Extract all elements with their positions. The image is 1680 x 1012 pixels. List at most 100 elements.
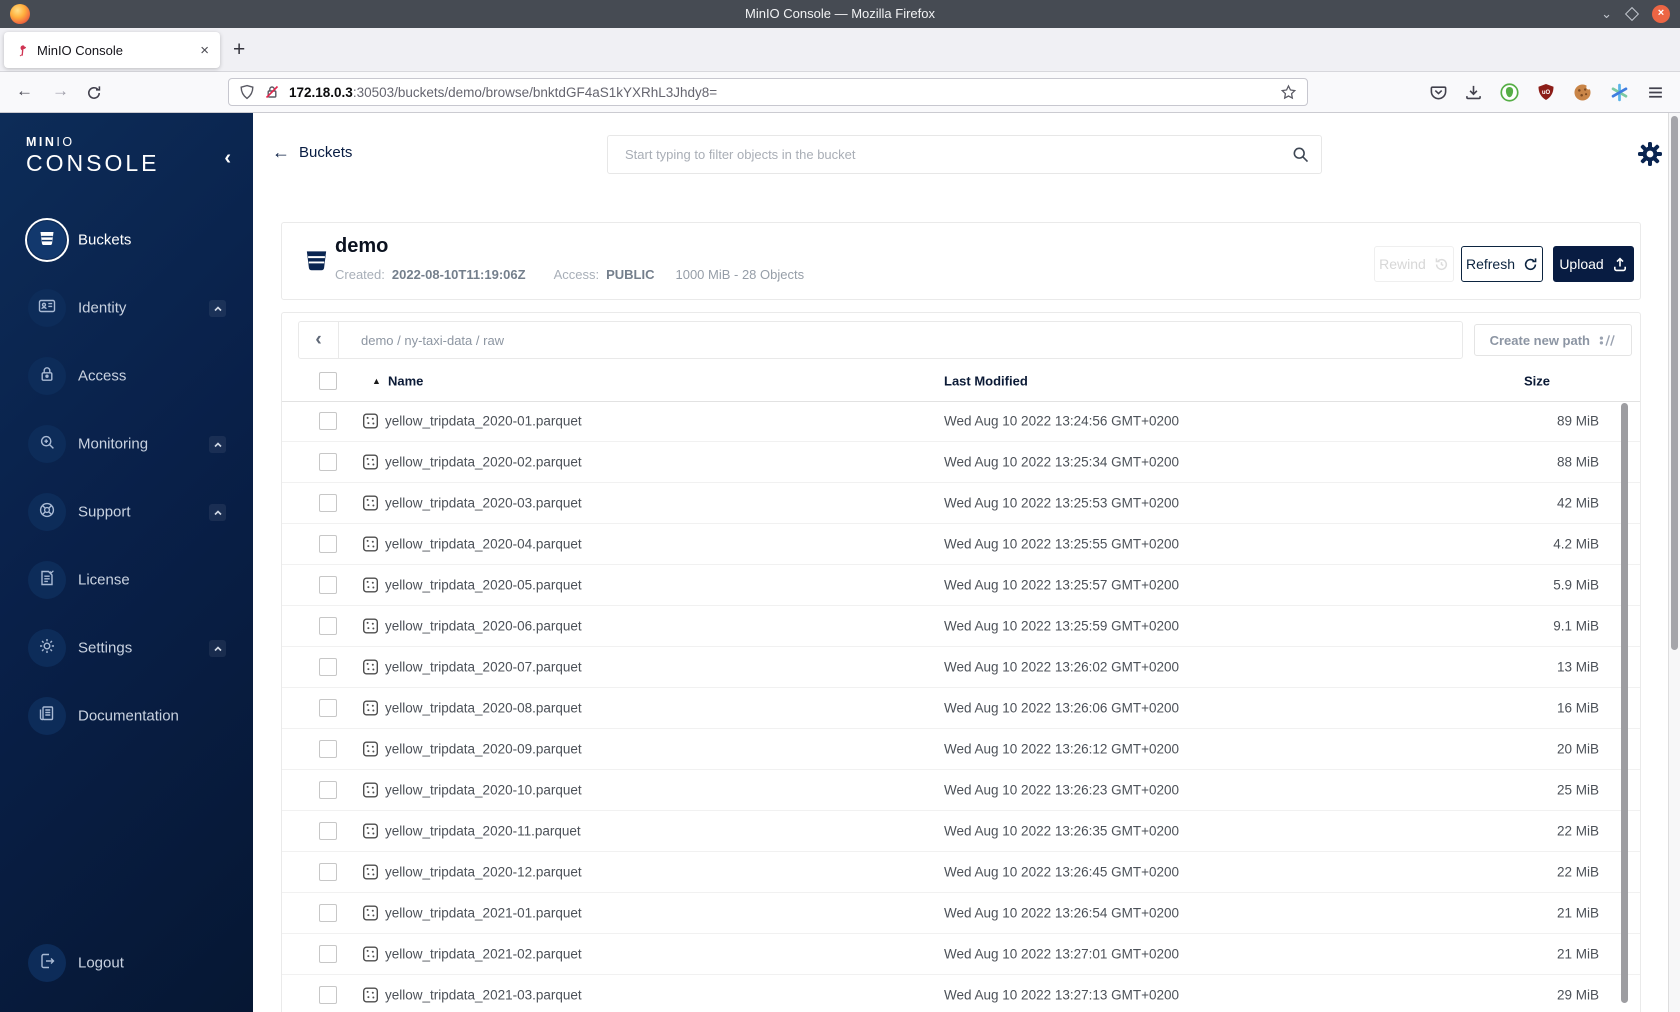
table-row[interactable]: yellow_tripdata_2020-02.parquet Wed Aug … — [282, 442, 1640, 483]
table-row[interactable]: yellow_tripdata_2020-01.parquet Wed Aug … — [282, 401, 1640, 442]
table-row[interactable]: yellow_tripdata_2020-09.parquet Wed Aug … — [282, 729, 1640, 770]
table-row[interactable]: yellow_tripdata_2021-03.parquet Wed Aug … — [282, 975, 1640, 1012]
object-name[interactable]: yellow_tripdata_2020-12.parquet — [385, 865, 582, 880]
object-name[interactable]: yellow_tripdata_2021-03.parquet — [385, 988, 582, 1003]
sidebar-item-license[interactable]: License — [0, 560, 253, 600]
rewind-button[interactable]: Rewind — [1374, 246, 1454, 282]
cookie-extension-icon[interactable] — [1573, 83, 1592, 102]
object-name[interactable]: yellow_tripdata_2020-02.parquet — [385, 455, 582, 470]
tab-close-icon[interactable]: × — [195, 42, 214, 59]
row-checkbox[interactable] — [319, 535, 337, 553]
row-checkbox[interactable] — [319, 494, 337, 512]
upload-button[interactable]: Upload — [1553, 246, 1634, 282]
object-name[interactable]: yellow_tripdata_2021-02.parquet — [385, 947, 582, 962]
bookmark-star-icon[interactable] — [1280, 84, 1297, 101]
multi-account-containers-icon[interactable] — [1610, 83, 1629, 102]
row-checkbox[interactable] — [319, 986, 337, 1004]
page-scrollbar[interactable] — [1668, 113, 1680, 1012]
sidebar-item-buckets[interactable]: Buckets — [0, 218, 253, 262]
row-checkbox[interactable] — [319, 740, 337, 758]
object-name[interactable]: yellow_tripdata_2020-01.parquet — [385, 414, 582, 429]
forward-nav-icon[interactable]: → — [52, 81, 69, 101]
url-bar[interactable]: 172.18.0.3:30503/buckets/demo/browse/bnk… — [228, 78, 1308, 106]
row-checkbox[interactable] — [319, 904, 337, 922]
column-header-size[interactable]: Size — [1524, 374, 1550, 389]
column-header-name[interactable]: Name — [388, 374, 423, 389]
ublock-origin-extension-icon[interactable]: uO — [1537, 83, 1555, 101]
object-name[interactable]: yellow_tripdata_2020-08.parquet — [385, 701, 582, 716]
create-new-path-button[interactable]: Create new path — [1473, 324, 1632, 356]
row-checkbox[interactable] — [319, 945, 337, 963]
row-checkbox[interactable] — [319, 781, 337, 799]
window-maximize-button[interactable] — [1624, 6, 1640, 22]
window-close-button[interactable]: × — [1652, 5, 1670, 23]
select-all-checkbox[interactable] — [319, 372, 337, 390]
column-header-last-modified[interactable]: Last Modified — [944, 374, 1028, 389]
new-tab-button[interactable]: + — [233, 35, 245, 65]
table-row[interactable]: yellow_tripdata_2021-02.parquet Wed Aug … — [282, 934, 1640, 975]
logo-minio-light: IO — [56, 135, 75, 149]
sort-ascending-icon[interactable]: ▲ — [372, 376, 381, 386]
row-checkbox[interactable] — [319, 412, 337, 430]
browser-tab[interactable]: MinIO Console × — [4, 32, 220, 68]
chevron-up-icon[interactable] — [209, 504, 226, 521]
row-checkbox[interactable] — [319, 658, 337, 676]
back-nav-icon[interactable]: ← — [16, 81, 33, 101]
table-row[interactable]: yellow_tripdata_2020-04.parquet Wed Aug … — [282, 524, 1640, 565]
page-scrollbar-thumb[interactable] — [1671, 116, 1678, 650]
settings-gear-icon[interactable] — [1636, 140, 1664, 168]
privacy-badger-extension-icon[interactable] — [1500, 82, 1519, 102]
sidebar-item-support[interactable]: Support — [0, 492, 253, 532]
object-name[interactable]: yellow_tripdata_2020-04.parquet — [385, 537, 582, 552]
sidebar-item-access[interactable]: Access — [0, 356, 253, 396]
sidebar-item-logout[interactable]: Logout — [0, 943, 253, 983]
parquet-file-icon — [362, 618, 379, 635]
object-name[interactable]: yellow_tripdata_2020-06.parquet — [385, 619, 582, 634]
breadcrumb[interactable]: demo / ny-taxi-data / raw — [339, 333, 504, 348]
table-row[interactable]: yellow_tripdata_2020-11.parquet Wed Aug … — [282, 811, 1640, 852]
url-text[interactable]: 172.18.0.3:30503/buckets/demo/browse/bnk… — [289, 85, 1271, 100]
row-checkbox[interactable] — [319, 453, 337, 471]
object-name[interactable]: yellow_tripdata_2020-10.parquet — [385, 783, 582, 798]
table-row[interactable]: yellow_tripdata_2020-03.parquet Wed Aug … — [282, 483, 1640, 524]
object-name[interactable]: yellow_tripdata_2020-03.parquet — [385, 496, 582, 511]
row-checkbox[interactable] — [319, 699, 337, 717]
row-checkbox[interactable] — [319, 822, 337, 840]
table-row[interactable]: yellow_tripdata_2020-08.parquet Wed Aug … — [282, 688, 1640, 729]
object-name[interactable]: yellow_tripdata_2020-11.parquet — [385, 824, 581, 839]
row-checkbox[interactable] — [319, 576, 337, 594]
table-row[interactable]: yellow_tripdata_2020-12.parquet Wed Aug … — [282, 852, 1640, 893]
table-row[interactable]: yellow_tripdata_2020-07.parquet Wed Aug … — [282, 647, 1640, 688]
insecure-lock-icon[interactable] — [264, 84, 280, 100]
pocket-icon[interactable] — [1430, 84, 1447, 101]
table-scrollbar-thumb[interactable] — [1621, 403, 1628, 1003]
object-filter-input[interactable] — [607, 135, 1322, 174]
object-name[interactable]: yellow_tripdata_2020-07.parquet — [385, 660, 582, 675]
object-last-modified: Wed Aug 10 2022 13:26:02 GMT+0200 — [944, 659, 1180, 675]
chevron-up-icon[interactable] — [209, 436, 226, 453]
row-checkbox[interactable] — [319, 863, 337, 881]
chevron-up-icon[interactable] — [209, 640, 226, 657]
table-row[interactable]: yellow_tripdata_2020-05.parquet Wed Aug … — [282, 565, 1640, 606]
table-row[interactable]: yellow_tripdata_2020-10.parquet Wed Aug … — [282, 770, 1640, 811]
back-to-buckets-link[interactable]: ← Buckets — [272, 142, 352, 163]
row-checkbox[interactable] — [319, 617, 337, 635]
tracking-shield-icon[interactable] — [239, 84, 255, 100]
object-name[interactable]: yellow_tripdata_2021-01.parquet — [385, 906, 582, 921]
window-shade-button[interactable]: ⌄ — [1601, 7, 1612, 20]
sidebar-item-identity[interactable]: Identity — [0, 288, 253, 328]
sidebar-collapse-icon[interactable]: ‹ — [224, 147, 231, 170]
chevron-up-icon[interactable] — [209, 300, 226, 317]
table-row[interactable]: yellow_tripdata_2020-06.parquet Wed Aug … — [282, 606, 1640, 647]
hamburger-menu-icon[interactable] — [1647, 84, 1664, 101]
sidebar-item-documentation[interactable]: Documentation — [0, 696, 253, 736]
path-back-icon[interactable]: ‹ — [299, 322, 339, 358]
object-name[interactable]: yellow_tripdata_2020-05.parquet — [385, 578, 582, 593]
sidebar-item-settings[interactable]: Settings — [0, 628, 253, 668]
reload-icon[interactable] — [86, 85, 102, 101]
table-row[interactable]: yellow_tripdata_2021-01.parquet Wed Aug … — [282, 893, 1640, 934]
refresh-button[interactable]: Refresh — [1461, 246, 1543, 282]
sidebar-item-monitoring[interactable]: Monitoring — [0, 424, 253, 464]
downloads-icon[interactable] — [1465, 84, 1482, 101]
object-name[interactable]: yellow_tripdata_2020-09.parquet — [385, 742, 582, 757]
